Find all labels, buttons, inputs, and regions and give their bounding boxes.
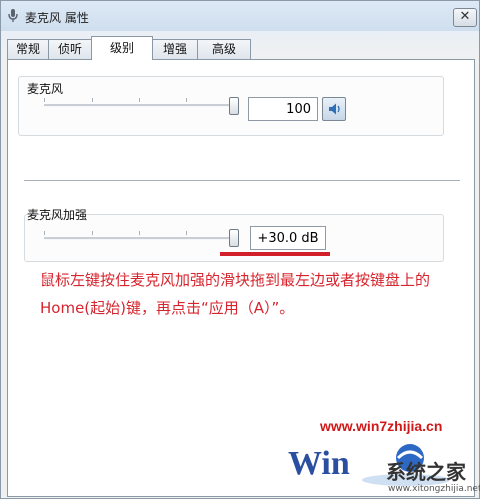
boost-level-value[interactable]: +30.0 dB [250,226,326,250]
window-title: 麦克风 属性 [25,11,89,25]
tab-strip: 常规 侦听 级别 增强 高级 [7,36,467,60]
tab-general[interactable]: 常规 [7,39,49,59]
title-bar[interactable]: 麦克风 属性 ✕ [1,1,479,31]
annotation-line-1: 鼠标左键按住麦克风加强的滑块拖到最左边或者按键盘上的 [40,271,431,289]
microphone-icon [5,7,21,23]
watermark-url: www.xitongzhijia.net [388,484,480,494]
microphone-slider-thumb[interactable] [229,97,239,115]
tab-advanced[interactable]: 高级 [197,39,251,59]
svg-text:Win: Win [288,445,350,482]
boost-slider-thumb[interactable] [229,229,239,247]
annotation-line-2: Home(起始)键，再点击“应用（A）”。 [40,299,295,317]
watermark-site: www.win7zhijia.cn [320,418,443,434]
boost-slider-track[interactable] [44,237,234,240]
microphone-label: 麦克风 [27,82,64,96]
close-button[interactable]: ✕ [453,8,477,27]
speaker-icon [323,98,345,120]
microphone-level-value[interactable]: 100 [248,97,318,121]
boost-label: 麦克风加强 [27,208,88,222]
microphone-slider-track[interactable] [44,104,234,107]
tab-panel-levels: 麦克风 100 麦克风加强 +30.0 dB 鼠标左键按住麦克风加强的滑块拖到最… [7,59,480,497]
tab-levels[interactable]: 级别 [91,36,153,60]
tab-enhancements[interactable]: 增强 [152,39,198,59]
watermark-brand: 系统之家 [386,460,466,484]
mute-button[interactable] [322,97,346,121]
highlight-underline [220,252,330,256]
tab-listen[interactable]: 侦听 [48,39,92,59]
section-divider [24,180,460,182]
close-icon: ✕ [459,9,471,24]
properties-window: 麦克风 属性 ✕ 常规 侦听 级别 增强 高级 麦克风 100 麦克风加强 +3… [0,0,480,499]
